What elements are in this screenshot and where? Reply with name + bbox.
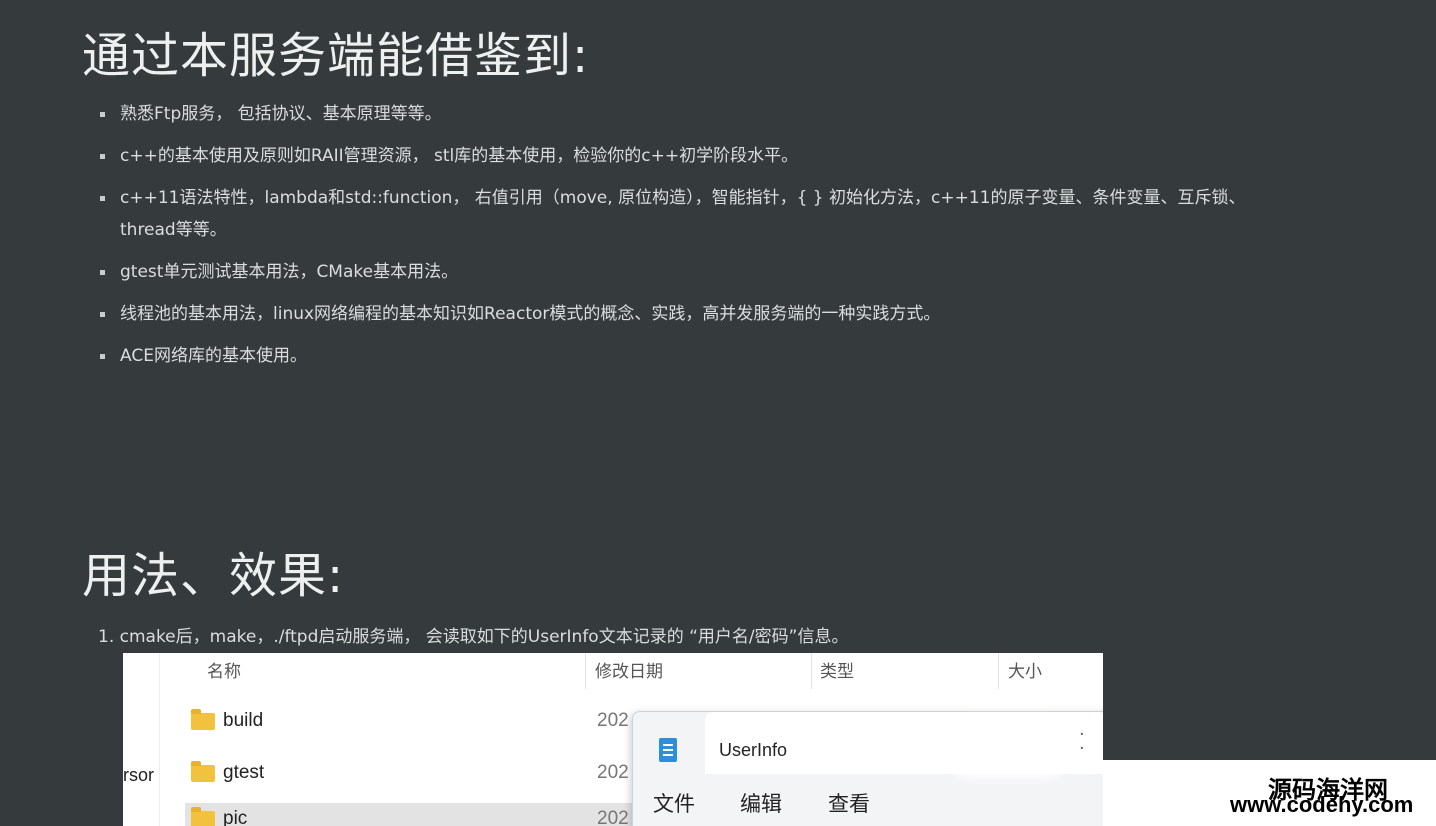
list-item: gtest单元测试基本用法，CMake基本用法。 — [82, 256, 1262, 288]
notepad-window[interactable]: UserInfo · · 文件 编辑 查看 — [632, 711, 1103, 826]
nav-pane-label: rsor — [123, 765, 154, 785]
column-divider[interactable] — [811, 653, 812, 689]
usage-step-1: 1. cmake后，make，./ftpd启动服务端， 会读取如下的UserIn… — [98, 627, 849, 647]
notepad-icon — [659, 738, 677, 762]
notepad-title: UserInfo — [719, 740, 788, 760]
menu-file[interactable]: 文件 — [653, 788, 695, 818]
column-header-name[interactable]: 名称 — [207, 657, 241, 682]
column-divider[interactable] — [998, 653, 999, 689]
folder-icon — [191, 807, 215, 826]
nav-pane — [123, 653, 160, 826]
menu-edit[interactable]: 编辑 — [740, 788, 782, 818]
column-header-modified[interactable]: 修改日期 — [595, 657, 663, 682]
feature-list: 熟悉Ftp服务， 包括协议、基本原理等等。 c++的基本使用及原则如RAII管理… — [82, 98, 1262, 382]
column-header-type[interactable]: 类型 — [820, 657, 854, 682]
redaction-blur — [949, 726, 1067, 772]
file-date: 202 — [597, 808, 629, 826]
more-options-icon[interactable]: · · — [1079, 726, 1085, 758]
file-date: 202 — [597, 710, 629, 731]
menu-view[interactable]: 查看 — [828, 788, 870, 818]
folder-icon — [191, 709, 215, 730]
list-item: 熟悉Ftp服务， 包括协议、基本原理等等。 — [82, 98, 1262, 130]
list-item: 线程池的基本用法，linux网络编程的基本知识如Reactor模式的概念、实践，… — [82, 298, 1262, 330]
column-header-size[interactable]: 大小 — [1008, 657, 1042, 682]
file-name: pic — [223, 808, 248, 826]
explorer-screenshot: rsor 名称 修改日期 类型 大小 build 202 gtest 202 p… — [123, 653, 1103, 826]
list-item: c++11语法特性，lambda和std::function， 右值引用（mov… — [82, 182, 1262, 246]
section-title-features: 通过本服务端能借鉴到: — [82, 28, 590, 84]
file-name: gtest — [223, 762, 265, 783]
file-date: 202 — [597, 762, 629, 783]
file-name: build — [223, 710, 264, 731]
section-title-usage: 用法、效果: — [82, 548, 345, 604]
watermark-url: www.codehy.com — [1230, 792, 1414, 817]
list-item: c++的基本使用及原则如RAII管理资源， stl库的基本使用，检验你的c++初… — [82, 140, 1262, 172]
column-divider[interactable] — [585, 653, 586, 689]
list-item: ACE网络库的基本使用。 — [82, 340, 1262, 372]
folder-icon — [191, 761, 215, 782]
